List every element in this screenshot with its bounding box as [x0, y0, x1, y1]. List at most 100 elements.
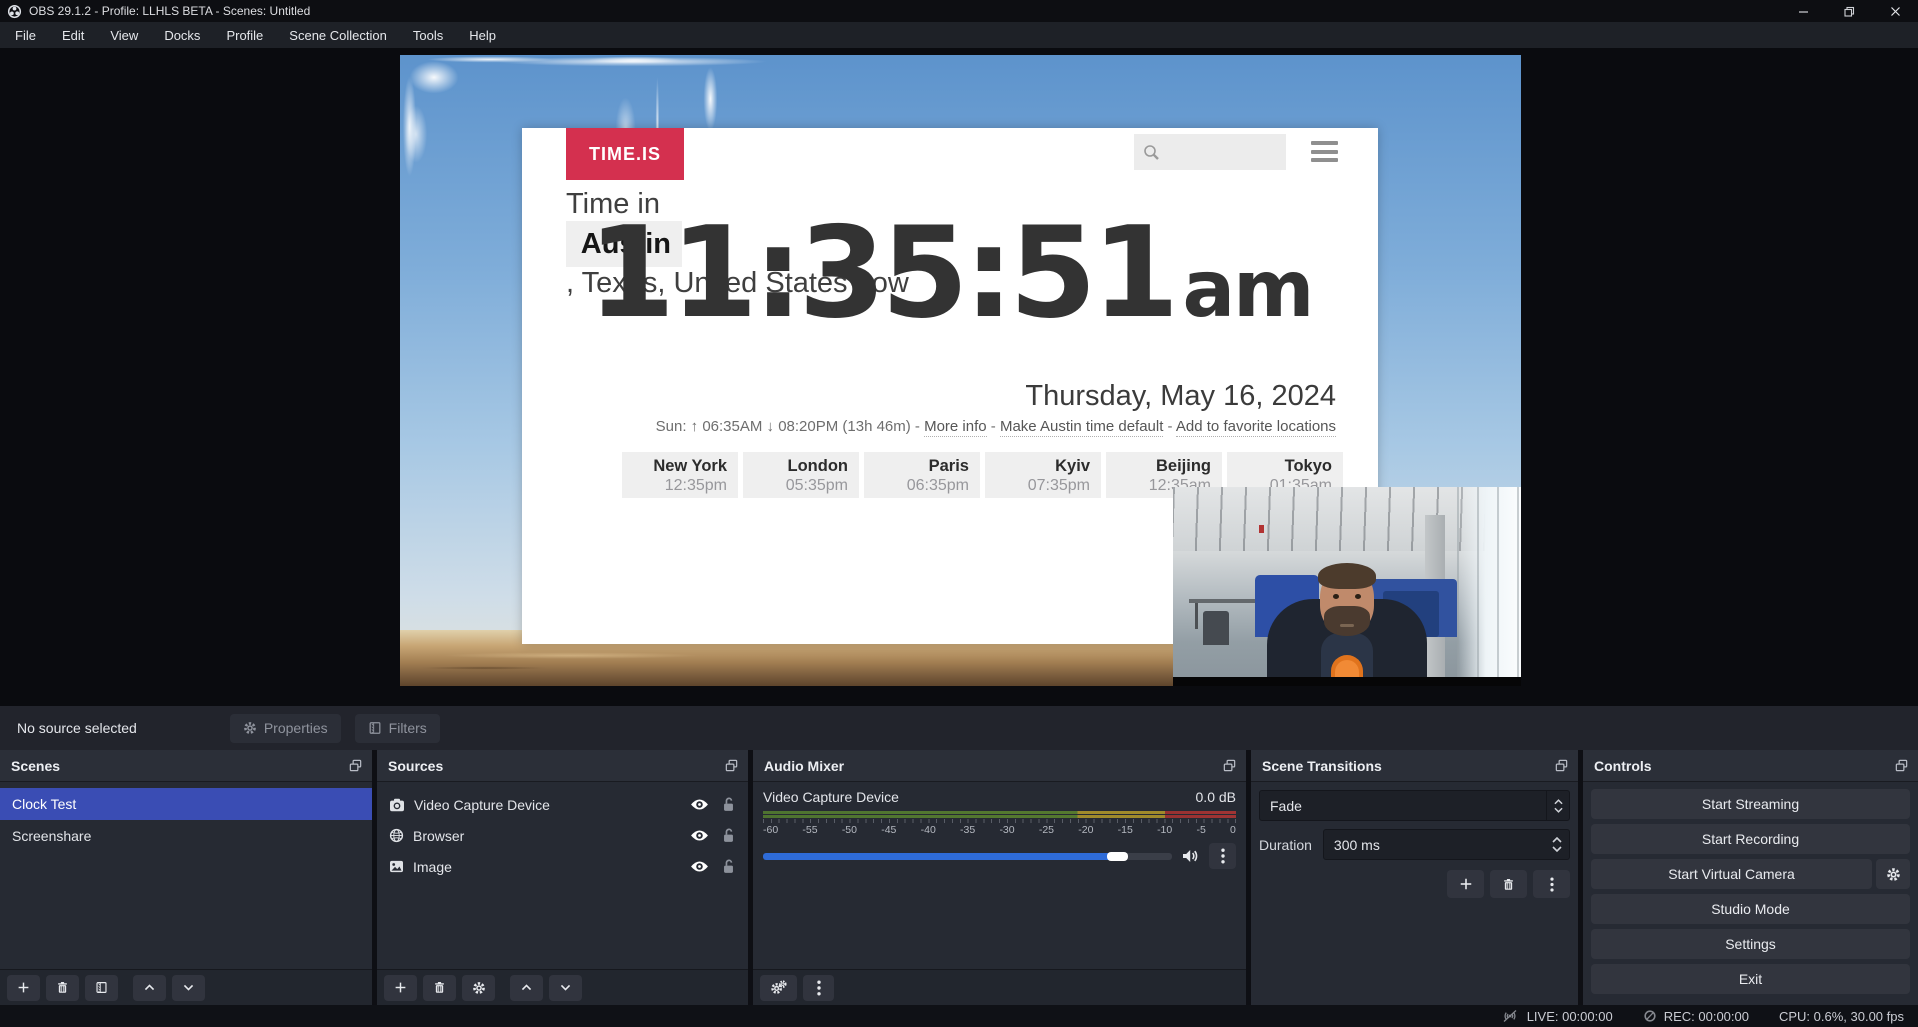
scene-row-clock-test[interactable]: Clock Test: [0, 788, 372, 820]
preview-workspace: TIME.IS Time in Austin, Texas, United St…: [0, 48, 1918, 706]
preview-canvas[interactable]: TIME.IS Time in Austin, Texas, United St…: [400, 55, 1521, 686]
webcam-overlay: [1173, 487, 1521, 686]
transition-duration-input[interactable]: 300 ms: [1323, 829, 1570, 860]
add-source-button[interactable]: [384, 975, 417, 1001]
mixer-channel-name: Video Capture Device: [763, 789, 899, 805]
webcam-window: [1457, 487, 1521, 686]
source-row-browser[interactable]: Browser: [377, 820, 748, 851]
maximize-button[interactable]: [1826, 0, 1872, 22]
live-status: LIVE: 00:00:00: [1500, 1009, 1613, 1024]
move-source-down-button[interactable]: [549, 975, 582, 1001]
kebab-menu-icon: [1550, 877, 1554, 892]
sources-panel: Sources Video Capture Device Browser: [377, 750, 748, 1005]
move-scene-up-button[interactable]: [133, 975, 166, 1001]
record-off-icon: [1643, 1009, 1657, 1023]
camera-icon: [389, 798, 405, 812]
unlock-icon: [722, 859, 735, 874]
volume-slider-handle[interactable]: [1107, 852, 1128, 861]
start-streaming-button[interactable]: Start Streaming: [1591, 789, 1910, 819]
scene-filters-button[interactable]: [85, 975, 118, 1001]
start-recording-button[interactable]: Start Recording: [1591, 824, 1910, 854]
controls-panel: Controls Start Streaming Start Recording…: [1583, 750, 1918, 1005]
trash-icon: [433, 981, 446, 994]
menu-edit[interactable]: Edit: [49, 22, 97, 48]
popout-icon[interactable]: [348, 758, 363, 773]
lock-toggle[interactable]: [722, 797, 735, 812]
source-properties-button[interactable]: [462, 975, 495, 1001]
start-virtual-camera-button[interactable]: Start Virtual Camera: [1591, 859, 1872, 889]
dock-area: Scenes Clock Test Screenshare Sources: [0, 750, 1918, 1005]
speaker-icon: [1181, 848, 1200, 864]
more-info-link: More info: [924, 418, 987, 437]
trash-icon: [1502, 878, 1515, 891]
controls-header: Controls: [1583, 750, 1918, 782]
timeis-search-box: [1134, 134, 1286, 170]
scenes-panel-header: Scenes: [0, 750, 372, 782]
add-scene-button[interactable]: [7, 975, 40, 1001]
audio-mixer-panel: Audio Mixer Video Capture Device 0.0 dB …: [753, 750, 1246, 1005]
close-button[interactable]: [1872, 0, 1918, 22]
visibility-toggle[interactable]: [690, 829, 709, 842]
minimize-button[interactable]: [1780, 0, 1826, 22]
lock-toggle[interactable]: [722, 828, 735, 843]
cpu-fps-status: CPU: 0.6%, 30.00 fps: [1779, 1009, 1904, 1024]
source-status-text: No source selected: [17, 720, 137, 736]
scenes-panel: Scenes Clock Test Screenshare: [0, 750, 372, 1005]
kebab-menu-icon: [1221, 848, 1225, 864]
popout-icon[interactable]: [1554, 758, 1569, 773]
remove-transition-button[interactable]: [1490, 870, 1527, 898]
move-source-up-button[interactable]: [510, 975, 543, 1001]
dropdown-arrows[interactable]: [1546, 791, 1569, 820]
source-list: Video Capture Device Browser: [377, 782, 748, 882]
webcam-person: [1262, 567, 1432, 677]
unlock-icon: [722, 797, 735, 812]
exit-button[interactable]: Exit: [1591, 964, 1910, 994]
rec-status: REC: 00:00:00: [1643, 1009, 1749, 1024]
move-scene-down-button[interactable]: [172, 975, 205, 1001]
settings-button[interactable]: Settings: [1591, 929, 1910, 959]
remove-scene-button[interactable]: [46, 975, 79, 1001]
timeis-sun-info: Sun: ↑ 06:35AM ↓ 08:20PM (13h 46m) - Mor…: [656, 418, 1336, 435]
source-context-toolbar: No source selected Properties Filters: [0, 706, 1918, 750]
visibility-toggle[interactable]: [690, 798, 709, 811]
menu-tools[interactable]: Tools: [400, 22, 456, 48]
studio-mode-button[interactable]: Studio Mode: [1591, 894, 1910, 924]
virtual-camera-settings-button[interactable]: [1876, 859, 1910, 889]
remove-source-button[interactable]: [423, 975, 456, 1001]
menu-docks[interactable]: Docks: [151, 22, 213, 48]
lock-toggle[interactable]: [722, 859, 735, 874]
image-icon: [389, 860, 404, 873]
source-row-image[interactable]: Image: [377, 851, 748, 882]
mute-toggle[interactable]: [1181, 848, 1200, 864]
transition-options-button[interactable]: [1533, 870, 1570, 898]
popout-icon[interactable]: [724, 758, 739, 773]
scene-row-screenshare[interactable]: Screenshare: [0, 820, 372, 852]
chevron-up-icon: [143, 981, 156, 994]
channel-options-button[interactable]: [1209, 843, 1236, 869]
popout-icon[interactable]: [1222, 758, 1237, 773]
filters-button[interactable]: Filters: [355, 714, 440, 743]
popout-icon[interactable]: [1894, 758, 1909, 773]
menu-scene-collection[interactable]: Scene Collection: [276, 22, 400, 48]
status-bar: LIVE: 00:00:00 REC: 00:00:00 CPU: 0.6%, …: [0, 1005, 1918, 1027]
menu-file[interactable]: File: [2, 22, 49, 48]
audio-mixer-header: Audio Mixer: [753, 750, 1246, 782]
timeis-date: Thursday, May 16, 2024: [1025, 380, 1336, 413]
mixer-options-button[interactable]: [803, 975, 834, 1001]
gear-icon: [472, 981, 486, 995]
volume-meter: [763, 811, 1236, 818]
volume-slider[interactable]: [763, 853, 1172, 860]
timeis-clock: 11:35:51am: [522, 210, 1378, 336]
visibility-toggle[interactable]: [690, 860, 709, 873]
double-gear-icon: [770, 980, 787, 995]
advanced-audio-button[interactable]: [760, 975, 797, 1001]
source-row-video-capture[interactable]: Video Capture Device: [377, 789, 748, 820]
menu-help[interactable]: Help: [456, 22, 509, 48]
add-transition-button[interactable]: [1447, 870, 1484, 898]
meter-scale-labels: -60-55-50-45-40-35-30-25-20-15-10-50: [763, 824, 1236, 836]
properties-button[interactable]: Properties: [230, 714, 341, 743]
menu-view[interactable]: View: [97, 22, 151, 48]
filter-icon: [368, 721, 382, 735]
transition-select[interactable]: Fade: [1259, 790, 1570, 821]
menu-profile[interactable]: Profile: [213, 22, 276, 48]
